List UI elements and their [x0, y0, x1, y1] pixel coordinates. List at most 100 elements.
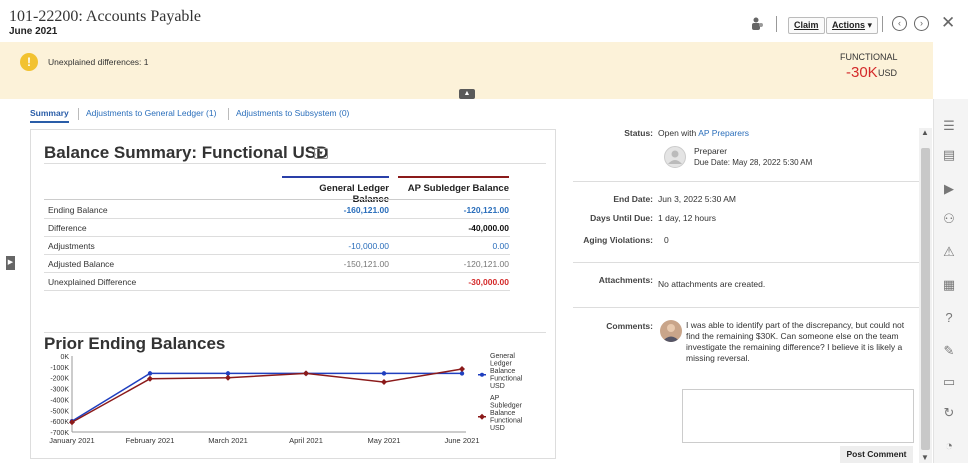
data-point [147, 371, 153, 376]
balance-summary-dropdown[interactable]: ▾ [314, 148, 328, 159]
series-line [71, 368, 463, 423]
ap-value: -40,000.00 [468, 223, 509, 233]
y-tick-label: -600K [50, 419, 69, 426]
days-until-due-value: 1 day, 12 hours [658, 213, 716, 223]
x-tick-label: February 2021 [126, 436, 175, 445]
row-label: Unexplained Difference [48, 277, 137, 287]
refresh-icon[interactable]: ↻ [940, 404, 958, 422]
legend-label: General Ledger Balance Functional USD [490, 353, 523, 390]
divider [44, 332, 546, 333]
comment-input[interactable] [682, 389, 914, 443]
y-tick-label: -400K [50, 397, 69, 404]
divider [44, 236, 510, 237]
tab-divider [78, 108, 79, 120]
grid-settings-icon[interactable]: ▦ [940, 276, 958, 294]
end-date-label: End Date: [613, 194, 653, 204]
ap-value[interactable]: -120,121.00 [398, 205, 509, 215]
tab-summary[interactable]: Summary [30, 108, 69, 123]
data-point [303, 370, 309, 377]
divider [44, 254, 510, 255]
expand-panel-icon[interactable]: ▶ [6, 256, 15, 270]
collapse-banner-icon[interactable]: ▲ [459, 89, 475, 99]
row-label: Ending Balance [48, 205, 108, 215]
data-point [225, 374, 231, 381]
gl-value[interactable]: -160,121.00 [282, 205, 389, 215]
x-tick-label: March 2021 [208, 436, 248, 445]
claim-button[interactable]: Claim [788, 17, 825, 34]
attachments-value: No attachments are created. [658, 279, 766, 289]
tab-adjustments-subsystem[interactable]: Adjustments to Subsystem (0) [236, 108, 349, 118]
x-tick-label: April 2021 [289, 436, 323, 445]
scrollbar-thumb[interactable] [921, 148, 930, 450]
tab-adjustments-general-ledger[interactable]: Adjustments to General Ledger (1) [86, 108, 216, 118]
gl-column-marker [282, 176, 389, 178]
previous-icon[interactable]: ‹ [892, 16, 907, 31]
workflow-icon[interactable]: ▶ [940, 180, 958, 198]
ap-column-marker [398, 176, 509, 178]
x-tick-label: June 2021 [444, 436, 479, 445]
divider [44, 290, 510, 291]
days-until-due-label: Days Until Due: [590, 213, 653, 223]
preparer-avatar [664, 146, 686, 168]
list-view-icon[interactable]: ☰ [940, 117, 958, 135]
comment-text: I was able to identify part of the discr… [686, 320, 905, 363]
divider [44, 272, 510, 273]
divider [44, 199, 510, 200]
data-point [147, 375, 153, 382]
gl-value: -150,121.00 [343, 259, 389, 269]
y-tick-label: -200K [50, 376, 69, 383]
period-label: June 2021 [9, 26, 58, 37]
actions-button[interactable]: Actions ▾ [826, 17, 879, 34]
y-tick-label: 0K [60, 354, 69, 361]
post-comment-button[interactable]: Post Comment [840, 446, 913, 463]
divider [573, 307, 919, 308]
prior-balances-chart: 0K-100K-200K-300K-400K-500K-600K-700KJan… [49, 353, 523, 445]
scroll-down-icon[interactable]: ▼ [921, 453, 929, 462]
commenter-avatar [660, 320, 682, 342]
status-label: Status: [624, 128, 653, 138]
gl-value[interactable]: -10,000.00 [282, 241, 389, 251]
divider [573, 262, 919, 263]
comments-label: Comments: [606, 321, 653, 331]
scroll-up-icon[interactable]: ▲ [921, 128, 929, 137]
legend-marker [480, 372, 484, 377]
functional-value: -30K [846, 64, 878, 81]
x-tick-label: May 2021 [368, 436, 401, 445]
attachment-icon[interactable]: ✎ [940, 342, 958, 360]
divider [44, 218, 510, 219]
tab-divider [228, 108, 229, 120]
preparer-due-date: Due Date: May 28, 2022 5:30 AM [694, 158, 813, 167]
row-label: Adjusted Balance [48, 259, 115, 269]
toolbar-divider [882, 16, 883, 32]
row-label: Difference [48, 223, 87, 233]
document-icon[interactable]: ▤ [940, 146, 958, 164]
attachments-label: Attachments: [598, 275, 653, 285]
aging-violations-value: 0 [664, 235, 669, 245]
next-icon[interactable]: › [914, 16, 929, 31]
status-link[interactable]: AP Preparers [698, 128, 749, 138]
preparer-role: Preparer [694, 146, 728, 156]
user-search-icon[interactable]: ⚇ [940, 210, 958, 228]
aging-violations-label: Aging Violations: [583, 235, 653, 245]
column-header-gl: General Ledger Balance [319, 183, 389, 205]
question-icon[interactable]: ? [940, 309, 958, 327]
ap-value[interactable]: 0.00 [398, 241, 509, 251]
comment-icon[interactable]: ▭ [940, 373, 958, 391]
balance-summary-title: Balance Summary: Functional USD [44, 143, 329, 162]
close-icon[interactable]: ✕ [941, 13, 955, 33]
alert-icon[interactable]: ⚠ [940, 243, 958, 261]
data-point [459, 366, 465, 373]
history-icon[interactable]: ◔ [940, 437, 958, 455]
toolbar-divider [776, 16, 777, 32]
divider [573, 181, 919, 182]
users-icon[interactable] [751, 16, 765, 32]
warning-text: Unexplained differences: 1 [48, 57, 149, 67]
status-value: Open with AP Preparers [658, 128, 750, 138]
end-date-value: Jun 3, 2022 5:30 AM [658, 194, 736, 204]
x-tick-label: January 2021 [49, 436, 94, 445]
series-line [71, 372, 462, 422]
functional-currency: USD [878, 68, 898, 78]
row-label: Adjustments [48, 241, 95, 251]
ap-value: -120,121.00 [463, 259, 509, 269]
y-tick-label: -100K [50, 365, 69, 372]
